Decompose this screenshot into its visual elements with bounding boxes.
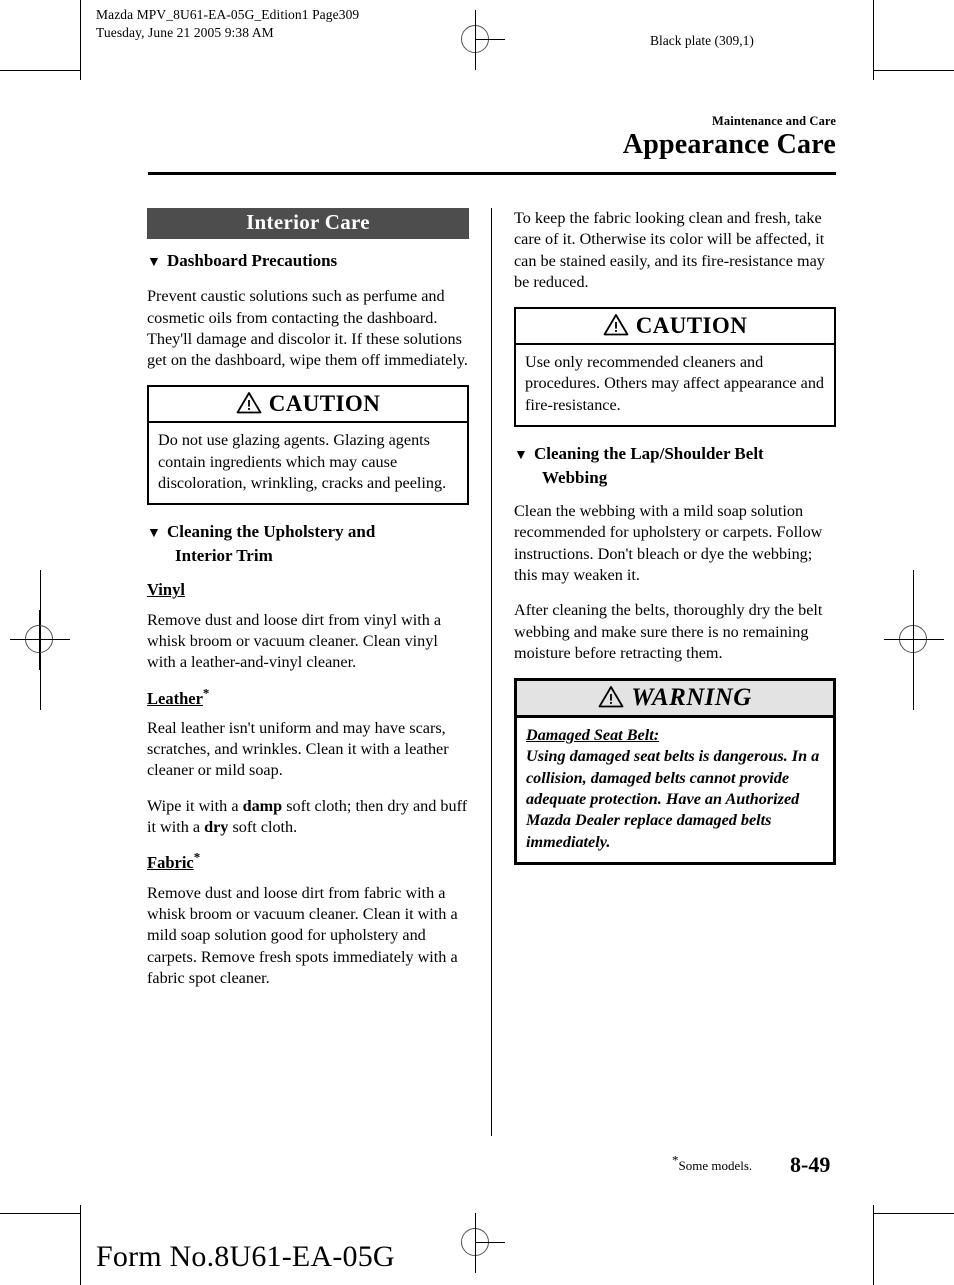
heading-cleaning-belt-webbing-line2: Webbing bbox=[542, 468, 608, 488]
crop-rule-top-left-horizontal bbox=[0, 70, 80, 71]
registration-mark-right bbox=[884, 610, 944, 670]
heading-cleaning-upholstery-line2: Interior Trim bbox=[175, 546, 273, 566]
crop-rule-bottom-left-horizontal bbox=[0, 1213, 80, 1214]
heading-leather: Leather* bbox=[147, 685, 469, 709]
warning-box-title: Damaged Seat Belt: bbox=[526, 726, 660, 745]
caution-box-label: CAUTION bbox=[635, 313, 748, 339]
heading-cleaning-belt-webbing: ▼ Cleaning the Lap/Shoulder Belt Webbing bbox=[514, 443, 836, 489]
heading-fabric-label: Fabric bbox=[147, 853, 194, 873]
triangle-bullet-icon: ▼ bbox=[514, 448, 528, 464]
crop-rule-bottom-right-vertical bbox=[873, 1205, 874, 1285]
registration-horizontal-line bbox=[475, 39, 505, 40]
warning-box-label: WARNING bbox=[631, 684, 752, 711]
paragraph-dashboard-precautions: Prevent caustic solutions such as perfum… bbox=[147, 287, 468, 370]
emphasis-dry: dry bbox=[204, 818, 229, 837]
footnote-star-fabric: * bbox=[193, 849, 201, 865]
footnote-star-leather: * bbox=[202, 685, 210, 701]
registration-vertical-line bbox=[475, 1213, 476, 1273]
page-number: 8-49 bbox=[790, 1152, 831, 1177]
section-banner-interior-care: Interior Care bbox=[147, 208, 469, 240]
crop-rule-top-left-vertical bbox=[80, 0, 81, 80]
caution-box-header: CAUTION bbox=[149, 387, 467, 424]
caution-box-body: Use only recommended cleaners and proced… bbox=[525, 353, 825, 414]
print-slug: Mazda MPV_8U61-EA-05G_Edition1 Page309 T… bbox=[96, 7, 360, 40]
crop-rule-bottom-left-vertical bbox=[80, 1205, 81, 1285]
paragraph-leather: Real leather isn't uniform and may have … bbox=[147, 718, 449, 780]
heading-vinyl: Vinyl bbox=[147, 579, 469, 600]
warning-triangle-icon bbox=[236, 391, 262, 414]
caution-box-body: Do not use glazing agents. Glazing agent… bbox=[158, 431, 447, 493]
registration-horizontal-line bbox=[884, 639, 944, 640]
page-title: Appearance Care bbox=[622, 129, 836, 160]
heading-dashboard-precautions: ▼ Dashboard Precautions bbox=[147, 250, 469, 274]
warning-box-damaged-seat-belt: WARNING Damaged Seat Belt: Using damaged… bbox=[514, 678, 836, 865]
paragraph-fabric: Remove dust and loose dirt from fabric w… bbox=[147, 883, 458, 987]
heading-vinyl-label: Vinyl bbox=[147, 580, 185, 600]
triangle-bullet-icon: ▼ bbox=[147, 255, 161, 271]
crop-rule-bottom-right-horizontal bbox=[874, 1213, 954, 1214]
left-column: Interior Care ▼ Dashboard Precautions Pre… bbox=[147, 208, 469, 989]
heading-cleaning-upholstery-line1: Cleaning the Upholstery and bbox=[167, 522, 376, 542]
paragraph-belt-cleaning: Clean the webbing with a mild soap solut… bbox=[514, 502, 823, 584]
paragraph-fabric-care: To keep the fabric looking clean and fre… bbox=[514, 209, 825, 291]
registration-vertical-line bbox=[913, 610, 914, 670]
paragraph-leather-wipe-a: Wipe it with a bbox=[147, 796, 243, 815]
caution-box-recommended-cleaners: CAUTION Use only recommended cleaners an… bbox=[514, 307, 836, 428]
form-number: Form No.8U61-EA-05G bbox=[96, 1240, 395, 1273]
warning-box-header: WARNING bbox=[517, 681, 833, 719]
paragraph-vinyl: Remove dust and loose dirt from vinyl wi… bbox=[147, 610, 442, 672]
black-plate-label: Black plate (309,1) bbox=[650, 33, 754, 48]
paragraph-leather-wipe: Wipe it with a damp soft cloth; then dry… bbox=[147, 796, 469, 839]
caution-box-glazing-agents: CAUTION Do not use glazing agents. Glazi… bbox=[147, 385, 469, 506]
registration-vertical-line bbox=[39, 610, 40, 670]
warning-triangle-icon bbox=[603, 313, 629, 336]
heading-cleaning-upholstery: ▼ Cleaning the Upholstery and Interior Tr… bbox=[147, 521, 469, 567]
registration-horizontal-line bbox=[10, 639, 70, 640]
paragraph-belt-drying: After cleaning the belts, thoroughly dry… bbox=[514, 601, 823, 662]
registration-horizontal-line bbox=[475, 1242, 505, 1243]
paragraph-leather-wipe-c: soft cloth. bbox=[228, 818, 298, 837]
caution-box-header: CAUTION bbox=[516, 309, 834, 346]
warning-box-body: Damaged Seat Belt: Using damaged seat be… bbox=[517, 718, 833, 862]
heading-fabric: Fabric* bbox=[147, 849, 469, 873]
crop-rule-top-right-horizontal bbox=[874, 70, 954, 71]
registration-vertical-line bbox=[475, 10, 476, 70]
registration-mark-bottom bbox=[446, 1213, 506, 1273]
registration-mark-top bbox=[446, 10, 506, 70]
column-divider bbox=[491, 208, 492, 1136]
registration-mark-left bbox=[10, 610, 70, 670]
warning-triangle-icon bbox=[598, 685, 624, 708]
emphasis-damp: damp bbox=[242, 796, 283, 815]
warning-box-text: Using damaged seat belts is dangerous. I… bbox=[526, 747, 820, 851]
right-column: To keep the fabric looking clean and fre… bbox=[514, 208, 836, 881]
footnote-some-models-label: Some models. bbox=[678, 1158, 753, 1173]
crop-rule-top-right-vertical bbox=[873, 0, 874, 80]
triangle-bullet-icon: ▼ bbox=[147, 526, 161, 542]
header-rule bbox=[148, 172, 836, 175]
section-kicker: Maintenance and Care bbox=[712, 114, 836, 128]
heading-leather-label: Leather bbox=[147, 688, 203, 708]
heading-dashboard-precautions-label: Dashboard Precautions bbox=[167, 251, 338, 271]
caution-box-label: CAUTION bbox=[268, 391, 381, 417]
footnote-some-models: *Some models. bbox=[672, 1154, 753, 1174]
heading-cleaning-belt-webbing-line1: Cleaning the Lap/Shoulder Belt bbox=[534, 444, 764, 464]
